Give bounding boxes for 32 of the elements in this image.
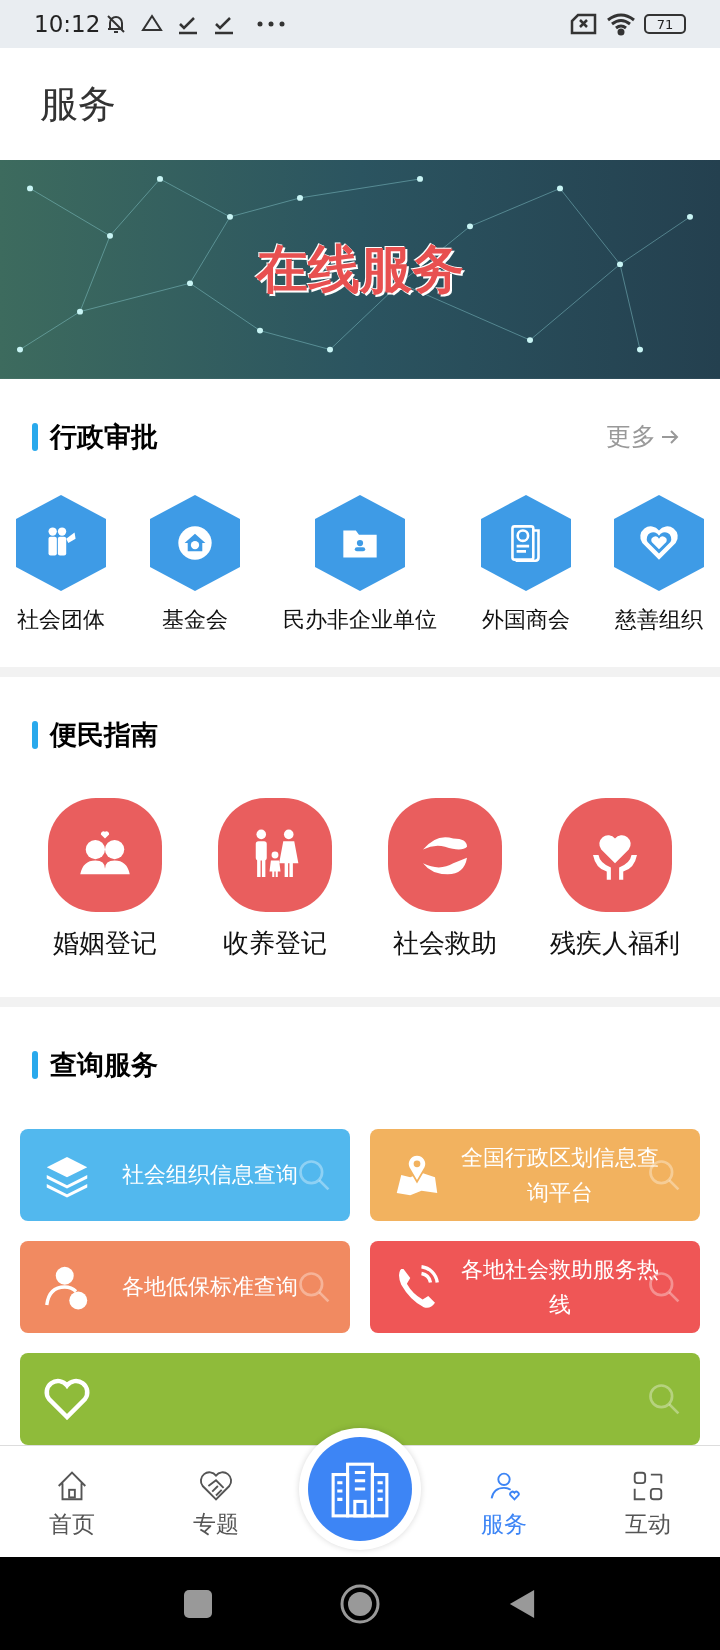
guide-item[interactable]: 社会救助 [360,797,530,963]
battery-level: 71 [656,17,674,31]
service-item[interactable]: 社会团体 [16,495,106,637]
service-item[interactable]: 外国商会 [480,495,571,637]
guide-item[interactable]: 婚姻登记 [20,797,190,963]
service-item[interactable]: 基金会 [149,495,240,637]
guide-item[interactable]: 残疾人福利 [530,797,700,963]
more-icon [256,19,287,29]
recents-button[interactable] [184,1589,212,1618]
page-title: 服务 [40,80,116,128]
nav-tab[interactable]: 互动 [576,1446,720,1557]
service-item[interactable]: 民办非企业单位 [283,495,437,637]
search-icon [296,1269,332,1305]
nav-tab[interactable]: 服务 [432,1446,576,1557]
title-accent [32,423,38,452]
guide-item[interactable]: 收养登记 [190,797,360,963]
nav-tab[interactable]: 专题 [144,1446,288,1557]
wifi-icon [606,12,636,36]
search-icon [646,1381,682,1417]
title-accent [32,1050,38,1079]
search-icon [296,1157,332,1193]
back-button[interactable] [508,1587,536,1620]
section-title: 查询服务 [50,1047,158,1082]
sim-off-icon [570,13,598,35]
service-item[interactable]: 慈善组织 [614,495,704,637]
nav-tab[interactable]: 首页 [0,1446,144,1557]
section-title: 便民指南 [50,718,158,753]
section-title: 行政审批 [50,419,158,454]
banner-title: 在线服务 [256,238,464,302]
title-accent [32,721,38,750]
home-button[interactable] [340,1583,380,1624]
status-time: 10:12 [34,9,101,39]
